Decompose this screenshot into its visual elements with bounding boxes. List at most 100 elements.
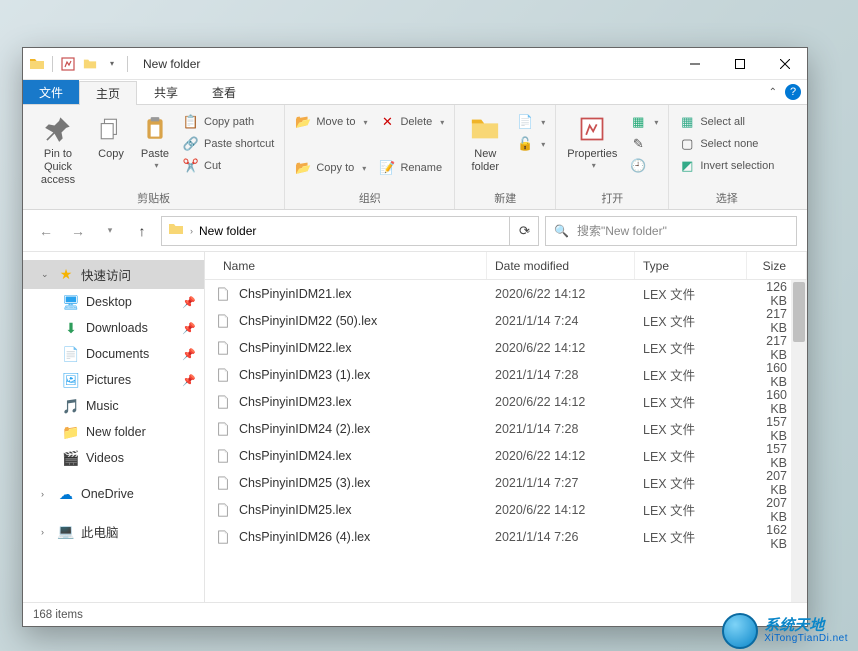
file-row[interactable]: ChsPinyinIDM21.lex2020/6/22 14:12LEX 文件1… bbox=[205, 280, 807, 307]
file-type: LEX 文件 bbox=[635, 446, 747, 465]
column-headers: Name Date modified Type Size bbox=[205, 252, 807, 280]
file-row[interactable]: ChsPinyinIDM22.lex2020/6/22 14:12LEX 文件2… bbox=[205, 334, 807, 361]
watermark-logo-icon bbox=[722, 613, 758, 649]
music-icon: 🎵 bbox=[63, 398, 79, 414]
file-row[interactable]: ChsPinyinIDM25.lex2020/6/22 14:12LEX 文件2… bbox=[205, 496, 807, 523]
file-row[interactable]: ChsPinyinIDM23.lex2020/6/22 14:12LEX 文件1… bbox=[205, 388, 807, 415]
properties-large-icon bbox=[576, 113, 608, 145]
delete-icon: ✕ bbox=[379, 114, 395, 130]
selectnone-icon: ▢ bbox=[679, 136, 695, 152]
qat-dropdown-icon[interactable]: ▾ bbox=[102, 54, 122, 74]
sidebar-item-this-pc[interactable]: ›💻此电脑 bbox=[23, 517, 204, 546]
file-date: 2021/1/14 7:27 bbox=[487, 476, 635, 490]
file-type: LEX 文件 bbox=[635, 284, 747, 303]
properties-button[interactable]: Properties ▾ bbox=[562, 109, 622, 171]
nav-forward-button[interactable]: → bbox=[65, 218, 91, 244]
copy-path-button[interactable]: 📋Copy path bbox=[179, 111, 278, 133]
pin-quick-access-button[interactable]: Pin to Quick access bbox=[29, 109, 87, 188]
pc-icon: 💻 bbox=[58, 524, 74, 540]
file-row[interactable]: ChsPinyinIDM25 (3).lex2021/1/14 7:27LEX … bbox=[205, 469, 807, 496]
file-row[interactable]: ChsPinyinIDM24.lex2020/6/22 14:12LEX 文件1… bbox=[205, 442, 807, 469]
chevron-right-icon[interactable]: › bbox=[41, 527, 51, 537]
file-name: ChsPinyinIDM25 (3).lex bbox=[239, 476, 487, 490]
sidebar-item-downloads[interactable]: ⬇Downloads📌 bbox=[23, 315, 204, 341]
search-icon: 🔍 bbox=[554, 224, 569, 238]
history-button[interactable]: 🕘 bbox=[626, 155, 662, 177]
edit-button[interactable]: ✎ bbox=[626, 133, 662, 155]
file-rows[interactable]: ChsPinyinIDM21.lex2020/6/22 14:12LEX 文件1… bbox=[205, 280, 807, 602]
file-type: LEX 文件 bbox=[635, 365, 747, 384]
paste-shortcut-button[interactable]: 🔗Paste shortcut bbox=[179, 133, 278, 155]
rename-button[interactable]: 📝Rename bbox=[375, 157, 448, 179]
chevron-right-icon[interactable]: › bbox=[190, 226, 193, 236]
item-count: 168 items bbox=[33, 609, 83, 621]
chevron-right-icon[interactable]: › bbox=[41, 489, 51, 499]
pin-icon: 📌 bbox=[182, 348, 196, 361]
sidebar-item-quick-access[interactable]: ⌄★快速访问 bbox=[23, 260, 204, 289]
column-size[interactable]: Size bbox=[747, 252, 807, 279]
move-to-button[interactable]: 📂Move to▾ bbox=[291, 111, 371, 133]
minimize-button[interactable] bbox=[672, 48, 717, 80]
sidebar-item-onedrive[interactable]: ›☁OneDrive bbox=[23, 481, 204, 507]
tab-share[interactable]: 共享 bbox=[137, 80, 195, 104]
file-list-pane: Name Date modified Type Size ChsPinyinID… bbox=[205, 252, 807, 602]
maximize-button[interactable] bbox=[717, 48, 762, 80]
file-name: ChsPinyinIDM24 (2).lex bbox=[239, 422, 487, 436]
scissors-icon: ✂️ bbox=[183, 158, 199, 174]
folder-small-icon[interactable] bbox=[80, 54, 100, 74]
copy-to-button[interactable]: 📂Copy to▾ bbox=[291, 157, 371, 179]
column-type[interactable]: Type bbox=[635, 252, 747, 279]
file-type: LEX 文件 bbox=[635, 473, 747, 492]
breadcrumb[interactable]: New folder bbox=[199, 224, 256, 238]
file-type: LEX 文件 bbox=[635, 527, 747, 546]
address-bar[interactable]: › New folder ⌄ ⟳ bbox=[161, 216, 539, 246]
sidebar-item-music[interactable]: 🎵Music bbox=[23, 393, 204, 419]
delete-button[interactable]: ✕Delete▾ bbox=[375, 111, 448, 133]
scrollbar-thumb[interactable] bbox=[793, 282, 805, 342]
ribbon-collapse-icon[interactable]: ⌃ bbox=[769, 87, 777, 98]
nav-recent-button[interactable]: ▾ bbox=[97, 218, 123, 244]
nav-pane[interactable]: ⌄★快速访问 🖥Desktop📌 ⬇Downloads📌 📄Documents📌… bbox=[23, 252, 205, 602]
select-none-button[interactable]: ▢Select none bbox=[675, 133, 778, 155]
explorer-window: ▾ New folder 文件 主页 共享 查看 ⌃ ? Pin to Quic… bbox=[22, 47, 808, 627]
sidebar-item-documents[interactable]: 📄Documents📌 bbox=[23, 341, 204, 367]
scrollbar[interactable] bbox=[791, 280, 807, 602]
nav-back-button[interactable]: ← bbox=[33, 218, 59, 244]
tab-view[interactable]: 查看 bbox=[195, 80, 253, 104]
column-date[interactable]: Date modified bbox=[487, 252, 635, 279]
sidebar-item-desktop[interactable]: 🖥Desktop📌 bbox=[23, 289, 204, 315]
new-folder-button[interactable]: New folder bbox=[461, 109, 509, 174]
close-button[interactable] bbox=[762, 48, 807, 80]
sidebar-item-videos[interactable]: 🎬Videos bbox=[23, 445, 204, 471]
sidebar-item-new-folder[interactable]: 📁New folder bbox=[23, 419, 204, 445]
file-row[interactable]: ChsPinyinIDM23 (1).lex2021/1/14 7:28LEX … bbox=[205, 361, 807, 388]
invert-selection-button[interactable]: ◩Invert selection bbox=[675, 155, 778, 177]
pin-icon: 📌 bbox=[182, 296, 196, 309]
file-type: LEX 文件 bbox=[635, 500, 747, 519]
ribbon-tabs: 文件 主页 共享 查看 ⌃ ? bbox=[23, 80, 807, 105]
file-row[interactable]: ChsPinyinIDM22 (50).lex2021/1/14 7:24LEX… bbox=[205, 307, 807, 334]
sidebar-item-pictures[interactable]: 🖼Pictures📌 bbox=[23, 367, 204, 393]
copy-button[interactable]: Copy bbox=[91, 109, 131, 161]
qat: ▾ bbox=[23, 54, 135, 74]
refresh-button[interactable]: ⟳ bbox=[509, 216, 539, 246]
easy-access-button[interactable]: 🔓▾ bbox=[513, 133, 549, 155]
file-name: ChsPinyinIDM22.lex bbox=[239, 341, 487, 355]
cut-button[interactable]: ✂️Cut bbox=[179, 155, 278, 177]
window-controls bbox=[672, 48, 807, 80]
tab-home[interactable]: 主页 bbox=[79, 81, 137, 105]
search-input[interactable]: 🔍 搜索"New folder" bbox=[545, 216, 797, 246]
nav-up-button[interactable]: ↑ bbox=[129, 218, 155, 244]
column-name[interactable]: Name bbox=[215, 252, 487, 279]
select-all-button[interactable]: ▦Select all bbox=[675, 111, 778, 133]
tab-file[interactable]: 文件 bbox=[23, 80, 79, 104]
file-name: ChsPinyinIDM23 (1).lex bbox=[239, 368, 487, 382]
help-icon[interactable]: ? bbox=[785, 84, 801, 100]
file-row[interactable]: ChsPinyinIDM24 (2).lex2021/1/14 7:28LEX … bbox=[205, 415, 807, 442]
open-button[interactable]: ▦▾ bbox=[626, 111, 662, 133]
properties-icon[interactable] bbox=[58, 54, 78, 74]
paste-button[interactable]: Paste ▾ bbox=[135, 109, 175, 171]
chevron-down-icon[interactable]: ⌄ bbox=[41, 269, 51, 280]
file-row[interactable]: ChsPinyinIDM26 (4).lex2021/1/14 7:26LEX … bbox=[205, 523, 807, 550]
new-item-button[interactable]: 📄▾ bbox=[513, 111, 549, 133]
